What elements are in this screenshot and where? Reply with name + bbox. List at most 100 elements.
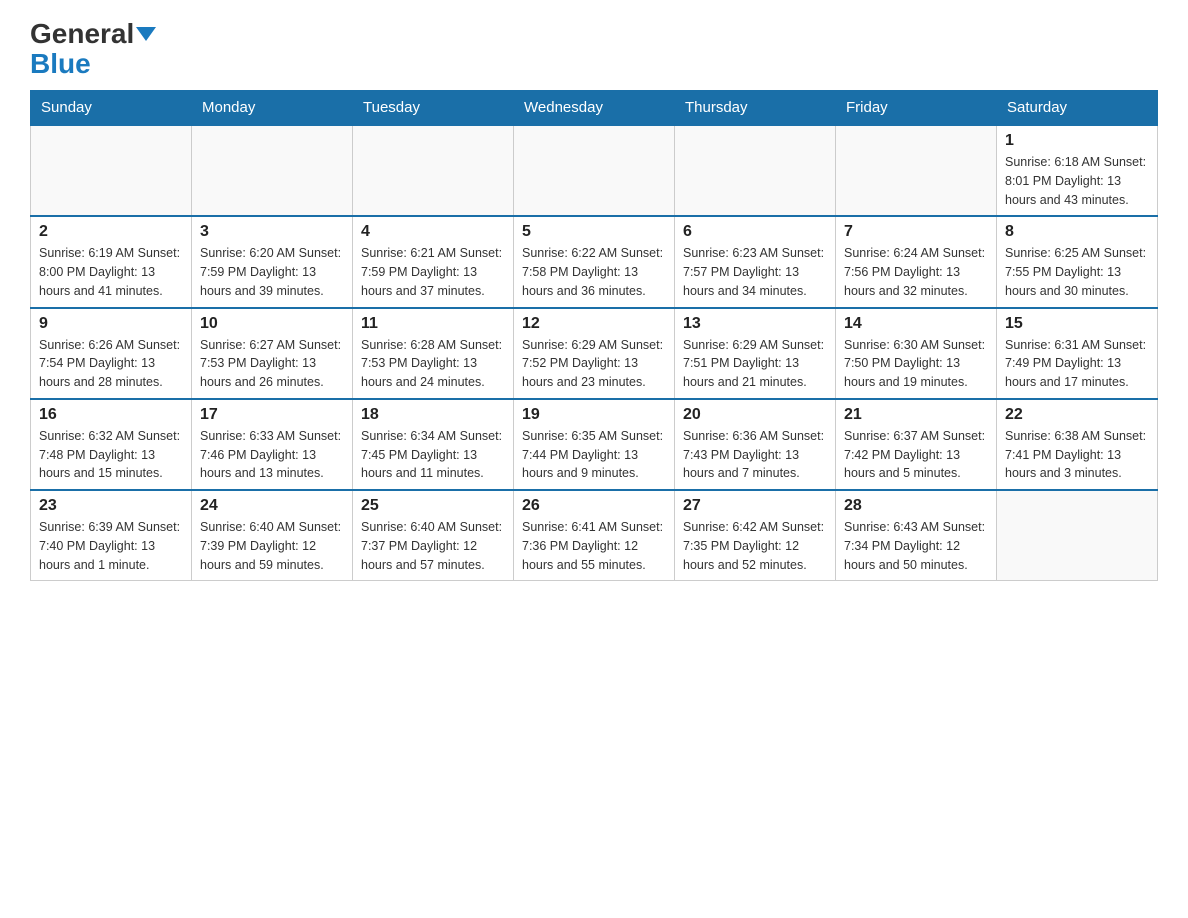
calendar-table: SundayMondayTuesdayWednesdayThursdayFrid…	[30, 90, 1158, 581]
calendar-cell: 27Sunrise: 6:42 AM Sunset: 7:35 PM Dayli…	[675, 490, 836, 581]
calendar-cell: 20 Sunrise: 6:36 AM Sunset: 7:43 PM Dayli…	[675, 399, 836, 490]
calendar-cell: 19Sunrise: 6:35 AM Sunset: 7:44 PM Dayli…	[514, 399, 675, 490]
calendar-cell: 3 Sunrise: 6:20 AM Sunset: 7:59 PM Daylig…	[192, 216, 353, 307]
calendar-cell: 8 Sunrise: 6:25 AM Sunset: 7:55 PM Daylig…	[997, 216, 1158, 307]
calendar-cell: 25Sunrise: 6:40 AM Sunset: 7:37 PM Dayli…	[353, 490, 514, 581]
day-info: Sunrise: 6:22 AM Sunset: 7:58 PM Dayligh…	[522, 244, 666, 300]
weekday-header-sunday: Sunday	[31, 91, 192, 126]
weekday-header-friday: Friday	[836, 91, 997, 126]
day-number: 24	[200, 497, 344, 515]
calendar-cell	[31, 125, 192, 216]
day-info: Sunrise: 6:29 AM Sunset: 7:51 PM Dayligh…	[683, 336, 827, 392]
day-number: 8	[1005, 223, 1149, 241]
day-info: Sunrise: 6:32 AM Sunset: 7:48 PM Dayligh…	[39, 427, 183, 483]
day-info: Sunrise: 6:20 AM Sunset: 7:59 PM Dayligh…	[200, 244, 344, 300]
day-info: Sunrise: 6:37 AM Sunset: 7:42 PM Dayligh…	[844, 427, 988, 483]
weekday-header-monday: Monday	[192, 91, 353, 126]
day-number: 18	[361, 406, 505, 424]
calendar-cell: 13 Sunrise: 6:29 AM Sunset: 7:51 PM Dayli…	[675, 308, 836, 399]
calendar-week-row: 1 Sunrise: 6:18 AM Sunset: 8:01 PM Daylig…	[31, 125, 1158, 216]
day-number: 17	[200, 406, 344, 424]
calendar-cell	[192, 125, 353, 216]
weekday-header-saturday: Saturday	[997, 91, 1158, 126]
day-info: Sunrise: 6:40 AM Sunset: 7:39 PM Dayligh…	[200, 518, 344, 574]
day-info: Sunrise: 6:24 AM Sunset: 7:56 PM Dayligh…	[844, 244, 988, 300]
weekday-header-wednesday: Wednesday	[514, 91, 675, 126]
day-number: 6	[683, 223, 827, 241]
calendar-cell: 24 Sunrise: 6:40 AM Sunset: 7:39 PM Dayli…	[192, 490, 353, 581]
calendar-cell: 16 Sunrise: 6:32 AM Sunset: 7:48 PM Dayli…	[31, 399, 192, 490]
day-info: Sunrise: 6:29 AM Sunset: 7:52 PM Dayligh…	[522, 336, 666, 392]
day-number: 28	[844, 497, 988, 515]
calendar-cell: 18 Sunrise: 6:34 AM Sunset: 7:45 PM Dayli…	[353, 399, 514, 490]
day-info: Sunrise: 6:30 AM Sunset: 7:50 PM Dayligh…	[844, 336, 988, 392]
day-number: 15	[1005, 315, 1149, 333]
day-info: Sunrise: 6:34 AM Sunset: 7:45 PM Dayligh…	[361, 427, 505, 483]
day-number: 22	[1005, 406, 1149, 424]
day-info: Sunrise: 6:41 AM Sunset: 7:36 PM Dayligh…	[522, 518, 666, 574]
day-info: Sunrise: 6:27 AM Sunset: 7:53 PM Dayligh…	[200, 336, 344, 392]
day-info: Sunrise: 6:38 AM Sunset: 7:41 PM Dayligh…	[1005, 427, 1149, 483]
day-info: Sunrise: 6:40 AM Sunset: 7:37 PM Dayligh…	[361, 518, 505, 574]
day-number: 11	[361, 315, 505, 333]
day-info: Sunrise: 6:31 AM Sunset: 7:49 PM Dayligh…	[1005, 336, 1149, 392]
calendar-cell: 6 Sunrise: 6:23 AM Sunset: 7:57 PM Daylig…	[675, 216, 836, 307]
calendar-cell: 2 Sunrise: 6:19 AM Sunset: 8:00 PM Daylig…	[31, 216, 192, 307]
calendar-week-row: 2 Sunrise: 6:19 AM Sunset: 8:00 PM Daylig…	[31, 216, 1158, 307]
calendar-cell: 4Sunrise: 6:21 AM Sunset: 7:59 PM Daylig…	[353, 216, 514, 307]
calendar-cell	[997, 490, 1158, 581]
day-number: 20	[683, 406, 827, 424]
day-info: Sunrise: 6:36 AM Sunset: 7:43 PM Dayligh…	[683, 427, 827, 483]
calendar-week-row: 16 Sunrise: 6:32 AM Sunset: 7:48 PM Dayli…	[31, 399, 1158, 490]
day-info: Sunrise: 6:43 AM Sunset: 7:34 PM Dayligh…	[844, 518, 988, 574]
day-info: Sunrise: 6:23 AM Sunset: 7:57 PM Dayligh…	[683, 244, 827, 300]
logo-general: General	[30, 20, 134, 48]
day-number: 13	[683, 315, 827, 333]
calendar-cell	[836, 125, 997, 216]
day-number: 3	[200, 223, 344, 241]
day-info: Sunrise: 6:19 AM Sunset: 8:00 PM Dayligh…	[39, 244, 183, 300]
calendar-cell: 23 Sunrise: 6:39 AM Sunset: 7:40 PM Dayli…	[31, 490, 192, 581]
weekday-header-row: SundayMondayTuesdayWednesdayThursdayFrid…	[31, 91, 1158, 126]
calendar-cell: 9 Sunrise: 6:26 AM Sunset: 7:54 PM Daylig…	[31, 308, 192, 399]
calendar-cell: 11Sunrise: 6:28 AM Sunset: 7:53 PM Dayli…	[353, 308, 514, 399]
day-number: 5	[522, 223, 666, 241]
day-number: 21	[844, 406, 988, 424]
day-info: Sunrise: 6:35 AM Sunset: 7:44 PM Dayligh…	[522, 427, 666, 483]
calendar-cell	[675, 125, 836, 216]
day-number: 1	[1005, 132, 1149, 150]
calendar-cell: 21 Sunrise: 6:37 AM Sunset: 7:42 PM Dayli…	[836, 399, 997, 490]
day-info: Sunrise: 6:25 AM Sunset: 7:55 PM Dayligh…	[1005, 244, 1149, 300]
calendar-cell: 26 Sunrise: 6:41 AM Sunset: 7:36 PM Dayli…	[514, 490, 675, 581]
day-number: 10	[200, 315, 344, 333]
calendar-week-row: 9 Sunrise: 6:26 AM Sunset: 7:54 PM Daylig…	[31, 308, 1158, 399]
calendar-week-row: 23 Sunrise: 6:39 AM Sunset: 7:40 PM Dayli…	[31, 490, 1158, 581]
page-header: General Blue	[30, 20, 1158, 80]
day-number: 27	[683, 497, 827, 515]
day-number: 23	[39, 497, 183, 515]
day-number: 14	[844, 315, 988, 333]
weekday-header-tuesday: Tuesday	[353, 91, 514, 126]
day-number: 9	[39, 315, 183, 333]
day-info: Sunrise: 6:26 AM Sunset: 7:54 PM Dayligh…	[39, 336, 183, 392]
calendar-cell: 5 Sunrise: 6:22 AM Sunset: 7:58 PM Daylig…	[514, 216, 675, 307]
calendar-cell: 22 Sunrise: 6:38 AM Sunset: 7:41 PM Dayli…	[997, 399, 1158, 490]
logo-blue: Blue	[30, 48, 91, 80]
calendar-cell: 15 Sunrise: 6:31 AM Sunset: 7:49 PM Dayli…	[997, 308, 1158, 399]
day-number: 2	[39, 223, 183, 241]
day-info: Sunrise: 6:39 AM Sunset: 7:40 PM Dayligh…	[39, 518, 183, 574]
calendar-cell: 14 Sunrise: 6:30 AM Sunset: 7:50 PM Dayli…	[836, 308, 997, 399]
day-number: 26	[522, 497, 666, 515]
calendar-cell: 28 Sunrise: 6:43 AM Sunset: 7:34 PM Dayli…	[836, 490, 997, 581]
weekday-header-thursday: Thursday	[675, 91, 836, 126]
calendar-cell	[514, 125, 675, 216]
logo: General Blue	[30, 20, 156, 80]
day-info: Sunrise: 6:18 AM Sunset: 8:01 PM Dayligh…	[1005, 153, 1149, 209]
day-number: 16	[39, 406, 183, 424]
day-info: Sunrise: 6:21 AM Sunset: 7:59 PM Dayligh…	[361, 244, 505, 300]
calendar-cell: 10 Sunrise: 6:27 AM Sunset: 7:53 PM Dayli…	[192, 308, 353, 399]
calendar-cell: 17Sunrise: 6:33 AM Sunset: 7:46 PM Dayli…	[192, 399, 353, 490]
calendar-cell: 7Sunrise: 6:24 AM Sunset: 7:56 PM Daylig…	[836, 216, 997, 307]
calendar-cell	[353, 125, 514, 216]
day-number: 12	[522, 315, 666, 333]
